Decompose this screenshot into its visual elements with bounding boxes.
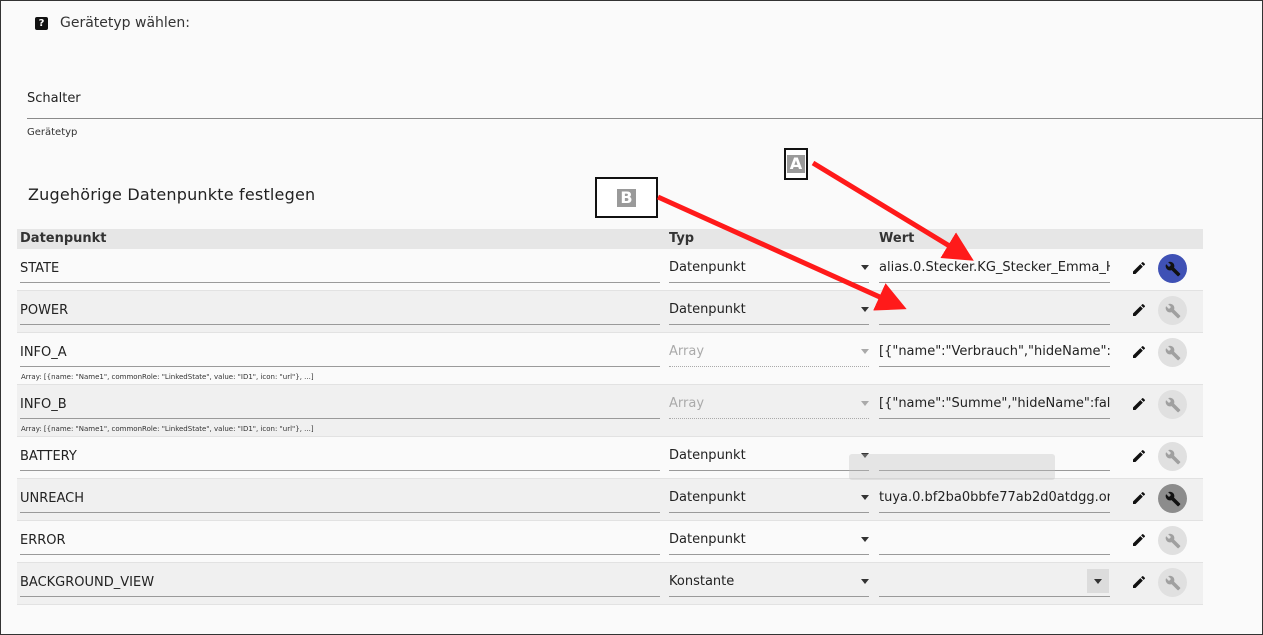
chevron-down-icon [861,537,869,542]
column-header-datenpunkt: Datenpunkt [20,231,107,246]
annotation-callout-a: A [784,148,808,180]
array-hint: Array: [{name: "Name1", commonRole: "Lin… [21,425,314,433]
type-select[interactable]: Array [669,344,869,367]
table-row: BACKGROUND_VIEW Konstante [17,563,1203,605]
section-title: Zugehörige Datenpunkte festlegen [28,185,316,204]
type-select-value: Array [669,396,705,411]
chevron-down-icon [861,265,869,270]
wrench-button[interactable] [1158,390,1187,419]
datapoint-name-field[interactable]: POWER [20,303,660,325]
type-select-value: Array [669,344,705,359]
datapoint-name-field[interactable]: BATTERY [20,449,660,471]
value-dropdown-button[interactable] [1087,569,1109,593]
type-select-value: Konstante [669,574,735,589]
type-select[interactable]: Datenpunkt [669,490,869,513]
type-select[interactable]: Datenpunkt [669,532,869,555]
type-select-value: Datenpunkt [669,260,746,275]
wrench-button[interactable] [1158,254,1187,283]
annotation-label-a: A [786,155,806,173]
table-row: INFO_B Array: [{name: "Name1", commonRol… [17,385,1203,437]
help-icon[interactable]: ? [35,16,48,30]
type-select-value: Datenpunkt [669,490,746,505]
wrench-icon [1165,491,1180,506]
wrench-button[interactable] [1158,484,1187,513]
value-field[interactable] [879,302,1110,325]
wrench-button[interactable] [1158,338,1187,367]
value-field[interactable]: [{"name":"Summe","hideName":false [879,396,1110,419]
device-type-value[interactable]: Schalter [27,91,1262,119]
pencil-icon[interactable] [1131,490,1147,506]
type-select[interactable]: Konstante [669,574,869,597]
datapoint-name-field[interactable]: STATE [20,261,660,283]
value-field[interactable]: [{"name":"Verbrauch","hideName":fal [879,344,1110,367]
chevron-down-icon [861,307,869,312]
table-row: POWER Datenpunkt [17,291,1203,333]
table-row: INFO_A Array: [{name: "Name1", commonRol… [17,333,1203,385]
table-row: STATE Datenpunkt alias.0.Stecker.KG_Stec… [17,249,1203,291]
wrench-icon [1165,449,1180,464]
value-field[interactable] [879,532,1110,555]
datapoint-table: Datenpunkt Typ Wert STATE Datenpunkt ali… [17,229,1203,605]
wrench-button[interactable] [1158,442,1187,471]
datapoint-name-field[interactable]: INFO_A [20,345,660,367]
device-type-select[interactable]: Schalter Gerätetyp [27,91,1262,138]
type-select[interactable]: Datenpunkt [669,302,869,325]
pencil-icon[interactable] [1131,396,1147,412]
type-select[interactable]: Datenpunkt [669,260,869,283]
table-row: UNREACH Datenpunkt tuya.0.bf2ba0bbfe77ab… [17,479,1203,521]
value-field[interactable]: tuya.0.bf2ba0bbfe77ab2d0atdgg.onl [879,490,1110,513]
datapoint-name-field[interactable]: BACKGROUND_VIEW [20,575,660,597]
pencil-icon[interactable] [1131,302,1147,318]
wrench-icon [1165,303,1180,318]
value-field[interactable] [879,574,1110,597]
datapoint-name-field[interactable]: ERROR [20,533,660,555]
pencil-icon[interactable] [1131,532,1147,548]
tooltip-ghost [849,454,1055,480]
datapoint-name-field[interactable]: INFO_B [20,397,660,419]
wrench-icon [1165,533,1180,548]
chevron-down-icon [861,579,869,584]
datapoint-name-field[interactable]: UNREACH [20,491,660,513]
wrench-icon [1165,575,1180,590]
type-select-value: Datenpunkt [669,302,746,317]
annotation-callout-b: B [595,177,658,218]
chevron-down-icon [861,401,869,406]
wrench-icon [1165,345,1180,360]
type-select-value: Datenpunkt [669,448,746,463]
header: ? Gerätetyp wählen: [35,15,190,31]
chevron-down-icon [861,495,869,500]
wrench-icon [1165,397,1180,412]
pencil-icon[interactable] [1131,448,1147,464]
table-header: Datenpunkt Typ Wert [17,229,1203,249]
wrench-button[interactable] [1158,568,1187,597]
type-select[interactable]: Datenpunkt [669,448,869,471]
device-type-label: Gerätetyp [27,127,78,138]
wrench-icon [1165,261,1180,276]
pencil-icon[interactable] [1131,574,1147,590]
pencil-icon[interactable] [1131,260,1147,276]
chevron-down-icon [861,349,869,354]
dialog-frame: ? Gerätetyp wählen: Schalter Gerätetyp Z… [0,0,1263,635]
annotation-label-b: B [617,188,636,207]
value-field[interactable]: alias.0.Stecker.KG_Stecker_Emma_He [879,260,1110,283]
wrench-button[interactable] [1158,526,1187,555]
table-row: ERROR Datenpunkt [17,521,1203,563]
header-title: Gerätetyp wählen: [60,15,191,31]
column-header-typ: Typ [669,231,695,246]
pencil-icon[interactable] [1131,344,1147,360]
type-select-value: Datenpunkt [669,532,746,547]
chevron-down-icon [1094,579,1102,584]
type-select[interactable]: Array [669,396,869,419]
column-header-wert: Wert [879,231,915,246]
wrench-button[interactable] [1158,296,1187,325]
array-hint: Array: [{name: "Name1", commonRole: "Lin… [21,373,314,381]
